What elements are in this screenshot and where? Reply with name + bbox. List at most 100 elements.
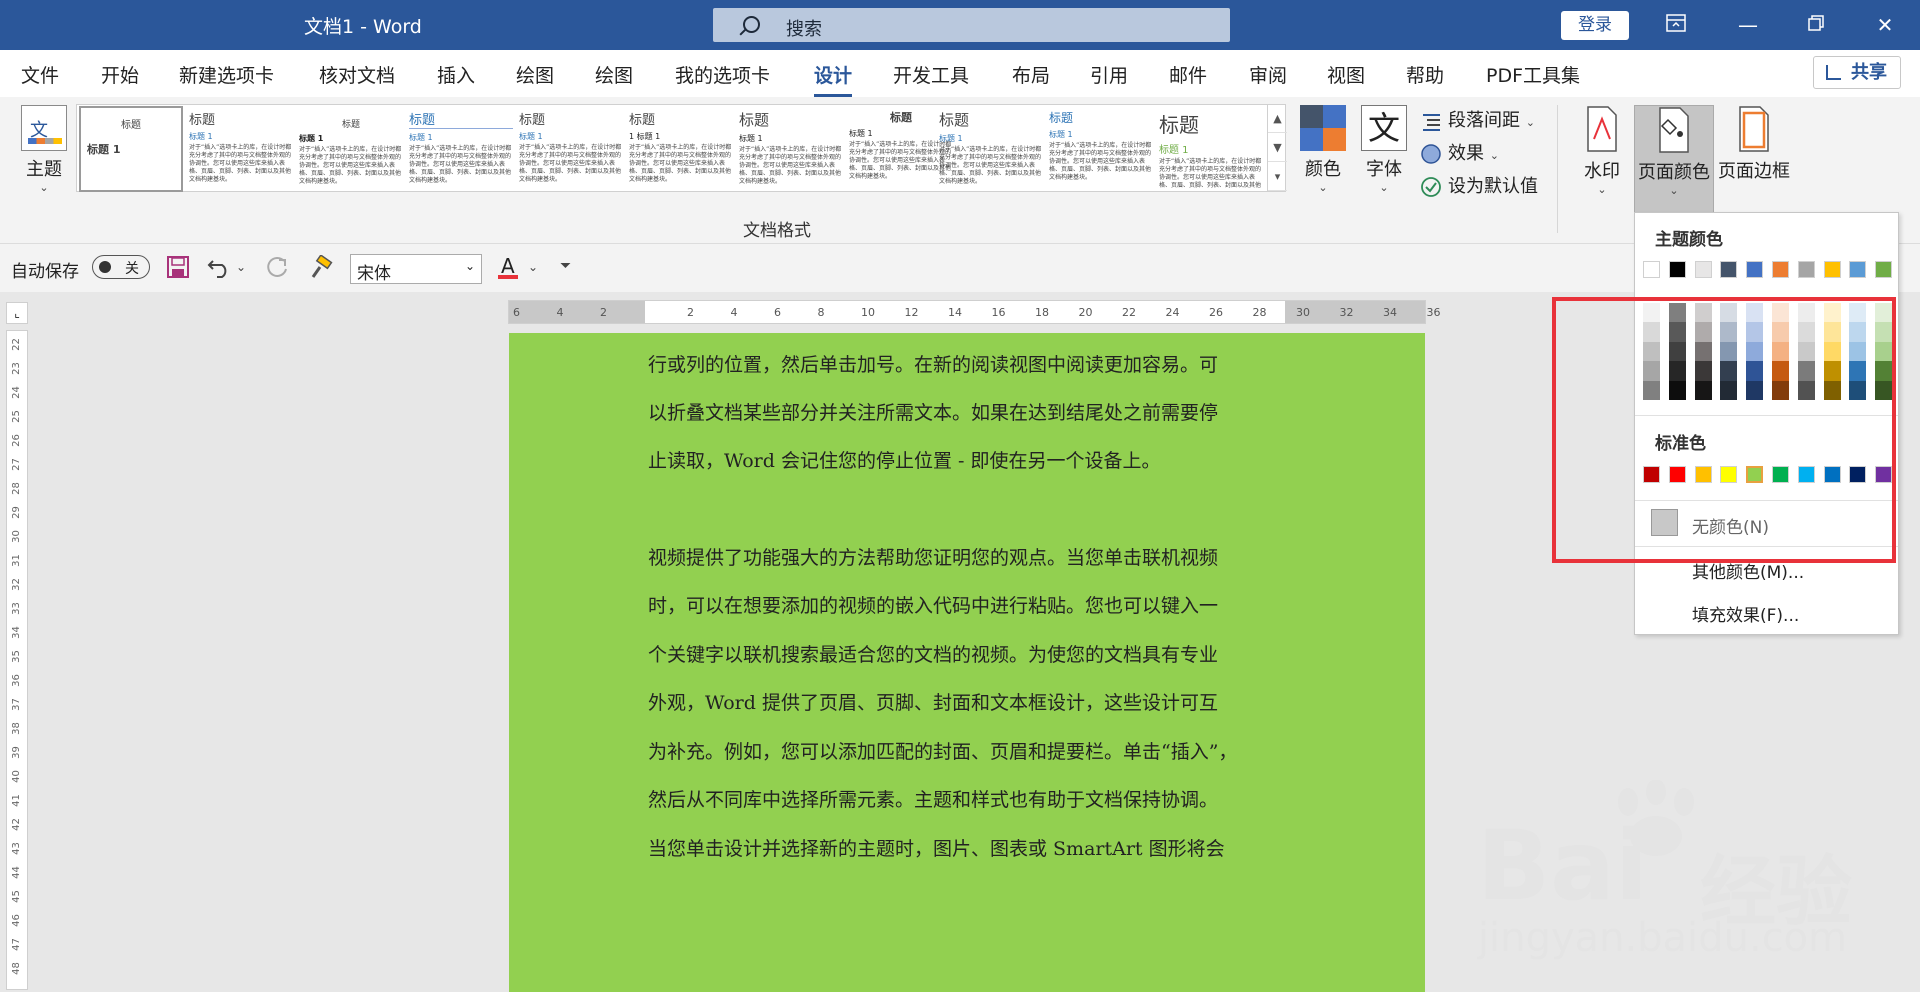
customize-qat-icon[interactable]: ⏷ [560,258,571,284]
watermark-button[interactable]: 水印 ⌄ [1574,105,1630,196]
tab-help[interactable]: 帮助 [1406,61,1444,88]
close-icon[interactable]: ✕ [1870,11,1900,39]
tab-draw-1[interactable]: 绘图 [516,61,554,88]
colors-icon [1300,105,1346,151]
share-button[interactable]: 共享 [1813,56,1901,89]
style-set-item[interactable]: 标题 标题 1 对于“插入”选项卡上的库，在设计时都充分考虑了其中的项与文档整体… [849,109,953,189]
document-paragraph-line: 当您单击设计并选择新的主题时，图片、图表或 SmartArt 图形将会 [648,838,1225,860]
gallery-scroll[interactable]: ▲ ▼ ▾ [1267,104,1287,192]
fill-effects-item[interactable]: 填充效果(F)... [1692,601,1799,626]
redo-icon[interactable] [264,255,290,281]
tab-design[interactable]: 设计 [814,61,853,97]
format-painter-icon[interactable] [308,254,334,281]
document-page[interactable]: 行或列的位置，然后单击加号。在新的阅读视图中阅读更加容易。可 以折叠文档某些部分… [509,333,1425,992]
style-set-item[interactable]: 标题 标题 1 对于“插入”选项卡上的库，在设计时都充分考虑了其中的项与文档整体… [939,109,1043,189]
style-set-item[interactable]: 标题 标题 1 对于“插入”选项卡上的库，在设计时都充分考虑了其中的项与文档整体… [189,109,293,189]
tab-developer[interactable]: 开发工具 [893,61,969,88]
ruler-tick-label: 32 [1339,306,1354,319]
share-label: 共享 [1851,62,1887,83]
tab-draw-2[interactable]: 绘图 [595,61,633,88]
tab-layout[interactable]: 布局 [1012,61,1050,88]
undo-icon[interactable] [207,255,233,281]
autosave-toggle[interactable]: 关 [92,255,150,279]
theme-color-swatch[interactable] [1668,261,1686,278]
tab-references[interactable]: 引用 [1090,61,1128,88]
theme-color-swatch[interactable] [1797,261,1815,278]
search-placeholder: 搜索 [786,19,822,40]
fonts-button[interactable]: 文 字体 ⌄ [1359,105,1409,194]
ruler-tick-label: 26 [10,434,22,447]
page-color-button[interactable]: 页面颜色 ⌄ [1634,105,1714,213]
theme-color-swatch[interactable] [1849,261,1867,278]
login-button[interactable]: 登录 [1561,11,1629,40]
document-paragraph-line: 以折叠文档某些部分并关注所需文本。如果在达到结尾处之前需要停 [648,402,1219,424]
ruler-tick-label: 30 [10,530,22,543]
chevron-down-icon: ⌄ [1669,184,1679,197]
font-color-icon[interactable]: A [498,255,518,279]
tab-proof[interactable]: 核对文档 [319,61,395,88]
chevron-down-icon[interactable]: ⌄ [528,260,538,286]
theme-color-swatch[interactable] [1875,261,1893,278]
ribbon-separator [1557,105,1558,233]
save-icon[interactable] [166,255,190,281]
ruler-tick-label: 24 [10,386,22,399]
tab-home[interactable]: 开始 [101,61,139,88]
style-set-item[interactable]: 标题 标题 1 对于“插入”选项卡上的库，在设计时都充分考虑了其中的项与文档整体… [409,109,513,189]
theme-color-swatch[interactable] [1746,261,1764,278]
ruler-tick-label: 22 [10,338,22,351]
horizontal-ruler[interactable]: 6 4 2 2 4 6 8 10 12 14 16 18 20 22 24 26 28 30 32 34 36 [508,300,1441,324]
tab-insert[interactable]: 插入 [437,61,475,88]
minimize-icon[interactable]: — [1733,11,1763,39]
tab-selector-icon[interactable]: ⌞ [6,302,28,324]
gallery-more-icon[interactable]: ▾ [1268,162,1287,191]
style-set-item[interactable]: 标题 1 标题 1 对于“插入”选项卡上的库，在设计时都充分考虑了其中的项与文档… [629,109,733,189]
ruler-tick-label: 28 [10,482,22,495]
document-paragraph-line: 为补充。例如，您可以添加匹配的封面、页眉和提要栏。单击“插入”， [648,741,1238,763]
tab-file[interactable]: 文件 [21,61,59,88]
document-title: 文档1 - Word [304,16,422,38]
tab-view[interactable]: 视图 [1327,61,1365,88]
restore-icon[interactable] [1801,11,1831,39]
theme-color-swatch[interactable] [1772,261,1789,278]
fonts-label: 字体 [1366,159,1402,180]
document-paragraph-line: 个关键字以联机搜索最适合您的文档的视频。为使您的文档具有专业 [648,644,1219,666]
set-as-default-button[interactable]: 设为默认值 [1420,172,1538,198]
tab-pdf-tools[interactable]: PDF工具集 [1486,61,1580,88]
chevron-up-icon[interactable]: ▲ [1268,104,1287,133]
colors-button[interactable]: 颜色 ⌄ [1298,105,1348,194]
theme-color-swatch[interactable] [1643,261,1660,278]
style-set-item[interactable]: 标题 标题 1 对于“插入”选项卡上的库，在设计时都充分考虑了其中的项与文档整体… [519,109,623,189]
paragraph-spacing-button[interactable]: 段落间距 ⌄ [1420,106,1535,132]
style-set-item[interactable]: 标题 标题 1 对于“插入”选项卡上的库，在设计时都充分考虑了其中的项与文档整体… [739,109,843,189]
ruler-tick-label: 47 [10,938,22,951]
tab-new-tab[interactable]: 新建选项卡 [179,61,274,88]
effects-button[interactable]: 效果 ⌄ [1420,139,1499,165]
chevron-down-icon: ⌄ [1379,181,1389,194]
chevron-down-icon[interactable]: ⌄ [236,260,246,286]
search-box[interactable]: 搜索 [713,8,1230,42]
page-borders-icon [1734,105,1774,153]
style-set-item[interactable]: 标题 标题 1 [79,106,183,192]
tab-my-tab[interactable]: 我的选项卡 [675,61,770,88]
style-set-item[interactable]: 标题 标题 1 对于“插入”选项卡上的库，在设计时都充分考虑了其中的项与文档整体… [299,109,403,189]
ruler-tick-label: 4 [556,306,564,319]
font-name-select[interactable]: 宋体 ⌄ [350,254,482,284]
vertical-ruler[interactable]: 22 23 24 25 26 27 28 29 30 31 32 33 34 35 36 37 38 39 40 41… [6,330,28,990]
themes-button[interactable]: 文 主题 ⌄ [16,105,72,205]
tab-mailings[interactable]: 邮件 [1169,61,1207,88]
theme-color-swatch[interactable] [1694,261,1712,278]
page-borders-button[interactable]: 页面边框 [1714,105,1794,183]
colors-label: 颜色 [1305,159,1341,180]
tab-review[interactable]: 审阅 [1249,61,1287,88]
ruler-tick-label: 8 [817,306,825,319]
style-set-gallery: 标题 标题 1 标题 标题 1 对于“插入”选项卡上的库，在设计时都充分考虑了其… [76,104,1286,192]
theme-color-swatch[interactable] [1823,261,1841,278]
document-paragraph-line: 时，可以在想要添加的视频的嵌入代码中进行粘贴。您也可以键入一 [648,595,1219,617]
ruler-tick-label: 29 [10,506,22,519]
theme-color-swatch[interactable] [1720,261,1738,278]
style-set-item[interactable]: 标题 标题 1 对于“插入”选项卡上的库，在设计时都充分考虑了其中的项与文档整体… [1159,109,1263,189]
style-set-item[interactable]: 标题 标题 1 对于“插入”选项卡上的库，在设计时都充分考虑了其中的项与文档整体… [1049,109,1153,189]
themes-icon: 文 [21,105,67,151]
ribbon-display-options-icon[interactable] [1661,11,1691,39]
chevron-down-icon[interactable]: ▼ [1268,133,1287,162]
